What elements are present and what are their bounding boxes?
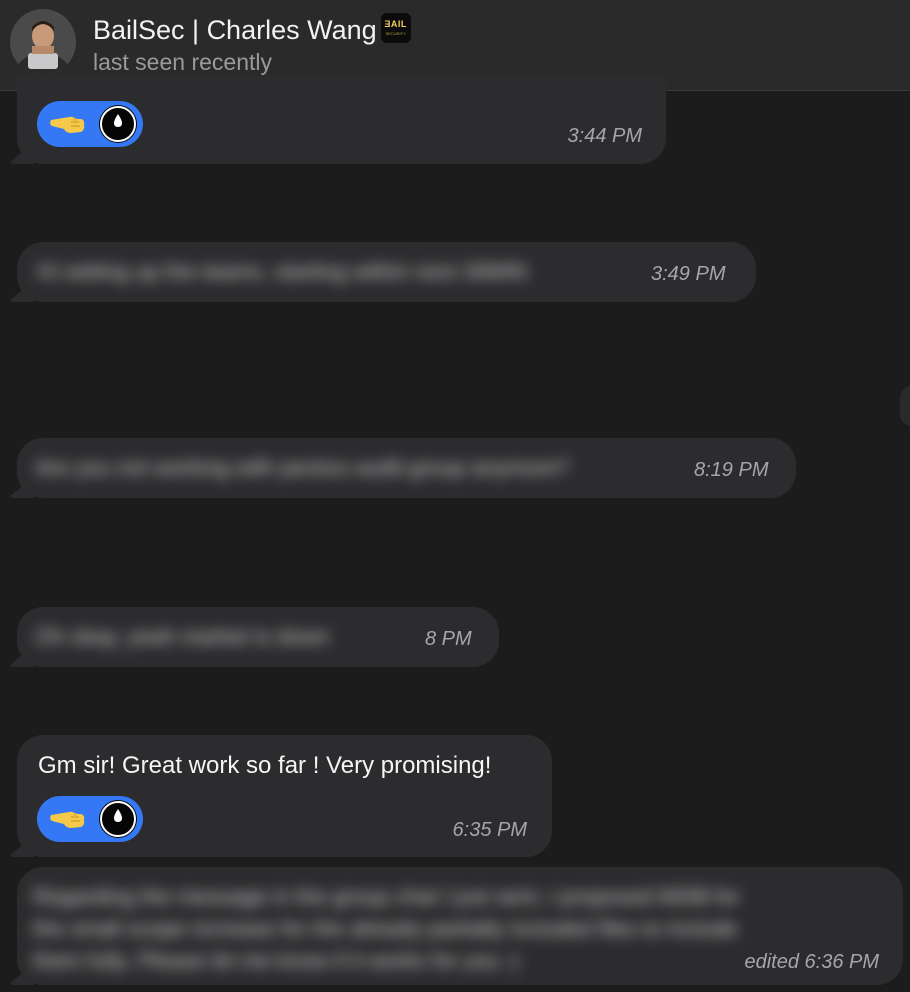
message-time: 8 PM xyxy=(425,628,472,650)
message-text: Gm sir! Great work so far ! Very promisi… xyxy=(38,752,492,779)
message-text-blurred-line: Regarding the message in the group chat … xyxy=(33,884,740,909)
bubble-tail xyxy=(8,142,34,164)
message-text-blurred-line: the small scope increase for the already… xyxy=(33,916,738,941)
scroll-handle[interactable] xyxy=(900,386,910,426)
bubble-tail xyxy=(8,280,34,302)
message-time: edited 6:36 PM xyxy=(744,951,879,973)
message-bubble[interactable]: Regarding the message in the group chat … xyxy=(8,867,903,985)
contact-name: BailSec | Charles Wang xyxy=(93,14,377,45)
message-bubble[interactable]: Hi setting up the teams, starting within… xyxy=(8,242,756,302)
chat-title[interactable]: BailSec | Charles Wang ƎAIL SECURITY xyxy=(93,12,411,46)
bubble-tail xyxy=(8,835,34,857)
last-seen-status: last seen recently xyxy=(93,49,272,75)
message-bubble[interactable]: Gm sir! Great work so far ! Very promisi… xyxy=(8,735,552,857)
message-bubble[interactable]: 3:44 PM xyxy=(8,76,666,164)
contact-avatar[interactable] xyxy=(10,9,76,75)
message-bubble[interactable]: Are you not working with peckss audit gr… xyxy=(8,438,796,498)
pointing-hand-emoji xyxy=(50,116,85,133)
reactor-avatar-icon xyxy=(99,105,137,143)
message-bubble[interactable]: Oh okay, yeah market is down 8 PM xyxy=(8,607,499,667)
message-text-blurred-line: them fully. Please let me know if it wor… xyxy=(33,948,520,973)
message-text-blurred: Are you not working with peckss audit gr… xyxy=(35,455,570,480)
message-time: 8:19 PM xyxy=(694,459,769,481)
message-time: 6:35 PM xyxy=(452,819,527,841)
chat-window: BailSec | Charles Wang ƎAIL SECURITY last … xyxy=(0,0,910,992)
message-text-blurred: Hi setting up the teams, starting within… xyxy=(37,259,528,284)
bubble-tail xyxy=(8,645,34,667)
message-time: 3:49 PM xyxy=(651,263,726,285)
reaction-pill[interactable] xyxy=(37,796,143,842)
reaction-pill[interactable] xyxy=(37,101,143,147)
pointing-hand-emoji xyxy=(50,811,85,828)
message-text-blurred: Oh okay, yeah market is down xyxy=(35,624,330,649)
reactor-avatar-icon xyxy=(99,800,137,838)
bubble-tail xyxy=(8,476,34,498)
message-time: 3:44 PM xyxy=(567,125,642,147)
bubble-tail xyxy=(8,963,34,985)
bailsec-logo-icon: ƎAIL SECURITY xyxy=(380,12,411,43)
